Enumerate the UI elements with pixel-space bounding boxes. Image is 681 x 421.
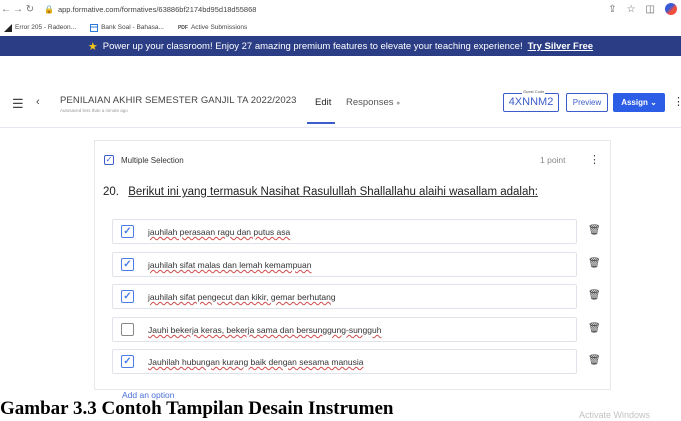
question-options-icon[interactable]: ⋮ [589,153,600,166]
active-tab-indicator [307,122,335,124]
question-type-label: Multiple Selection [121,155,184,165]
trash-icon[interactable]: 🗑 [588,258,601,269]
star-icon[interactable]: ☆ [627,4,636,15]
trash-icon[interactable]: 🗑 [588,290,601,301]
option-text[interactable]: jauhilah perasaan ragu dan putus asa [148,227,290,237]
app-header: ☰ ‹ PENILAIAN AKHIR SEMESTER GANJIL TA 2… [0,89,681,128]
option-checkbox-checked[interactable]: ✓ [121,290,134,303]
promo-banner: ★ Power up your classroom! Enjoy 27 amaz… [0,36,681,56]
trash-icon[interactable]: 🗑 [588,323,601,334]
chevron-left-icon[interactable]: ‹ [36,96,40,108]
option-row[interactable]: ✓ Jauhi bekerja keras, bekerja sama dan … [112,317,577,342]
option-checkbox-unchecked[interactable]: ✓ [121,323,134,336]
menu-icon[interactable]: ☰ [12,96,24,112]
option-text[interactable]: jauhilah sifat malas dan lemah kemampuan [148,260,311,270]
sidebar-icon[interactable]: ◫ [646,4,655,15]
question-body: Berikut ini yang termasuk Nasihat Rasulu… [128,186,538,198]
profile-avatar[interactable] [665,3,677,15]
windows-watermark: Activate Windows [579,410,651,420]
preview-button[interactable]: Preview [566,93,608,112]
question-type: ✓ Multiple Selection [104,155,184,165]
trash-icon[interactable]: 🗑 [588,225,601,236]
promo-text: Power up your classroom! Enjoy 27 amazin… [102,40,523,52]
url-field[interactable]: app.formative.com/formatives/63886bf2174… [58,5,256,14]
responses-dot: ● [396,100,401,107]
option-checkbox-checked[interactable]: ✓ [121,258,134,271]
guest-code-box[interactable]: Guest Code 4XNNM2 [503,89,559,112]
radeon-icon [4,23,12,32]
option-row[interactable]: ✓ Jauhilah hubungan kurang baik dengan s… [112,349,577,374]
guest-code: 4XNNM2 [508,96,554,108]
option-text[interactable]: Jauhi bekerja keras, bekerja sama dan be… [148,325,381,335]
share-icon[interactable]: ⇪ [608,4,616,15]
guest-code-label: Guest Code [522,89,546,94]
bookmark-item[interactable]: Error 205 - Radeon... [4,23,76,32]
question-number: 20. [103,186,119,198]
question-text[interactable]: 20. Berikut ini yang termasuk Nasihat Ra… [103,186,538,198]
reload-icon[interactable]: ↻ [24,4,36,15]
tab-edit[interactable]: Edit [315,97,331,108]
pdf-icon: PDF [177,24,188,31]
option-row[interactable]: ✓ jauhilah sifat pengecut dan kikir, gem… [112,284,577,309]
back-arrow-icon[interactable]: ← [0,4,12,15]
tab-responses[interactable]: Responses ● [346,97,400,108]
figure-caption: Gambar 3.3 Contoh Tampilan Desain Instru… [0,398,394,419]
bookmark-item[interactable]: Bank Soal - Bahasa... [90,23,164,32]
more-options-icon[interactable]: ⋮ [673,95,681,108]
page-title: PENILAIAN AKHIR SEMESTER GANJIL TA 2022/… [60,95,297,106]
trash-icon[interactable]: 🗑 [588,355,601,366]
lock-icon: 🔒 [44,5,54,14]
option-text[interactable]: jauhilah sifat pengecut dan kikir, gemar… [148,292,336,302]
points-field[interactable]: 1 point [540,155,566,165]
star-icon: ★ [87,40,98,53]
option-row[interactable]: ✓ jauhilah sifat malas dan lemah kemampu… [112,252,577,277]
browser-actions: ⇪ ☆ ◫ [608,3,677,15]
option-text[interactable]: Jauhilah hubungan kurang baik dengan ses… [148,357,364,367]
option-row[interactable]: ✓ jauhilah perasaan ragu dan putus asa [112,219,577,244]
bookmarks-bar: Error 205 - Radeon... Bank Soal - Bahasa… [0,19,681,36]
option-checkbox-checked[interactable]: ✓ [121,225,134,238]
try-silver-link[interactable]: Try Silver Free [528,41,593,52]
option-checkbox-checked[interactable]: ✓ [121,355,134,368]
browser-address-bar: ← → ↻ 🔒 app.formative.com/formatives/638… [0,0,681,19]
chevron-down-icon: ⌄ [650,98,657,107]
autosave-status: Autosaved less than a minute ago [60,108,128,113]
screenshot: ← → ↻ 🔒 app.formative.com/formatives/638… [0,0,681,421]
sheet-icon [90,23,99,32]
bookmark-item[interactable]: PDF Active Submissions [178,24,247,31]
forward-arrow-icon[interactable]: → [12,4,24,15]
checkbox-type-icon: ✓ [104,155,114,165]
assign-button[interactable]: Assign ⌄ [613,93,665,112]
